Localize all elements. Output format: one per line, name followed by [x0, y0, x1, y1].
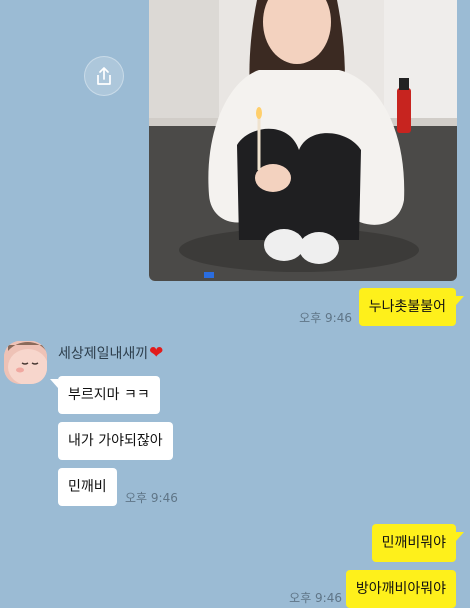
bubble-tail	[50, 379, 58, 388]
my-message-bubble[interactable]: 누나촛불불어	[358, 288, 456, 326]
message-time: 오후 9:46	[289, 591, 342, 605]
bubble-tail	[456, 296, 464, 305]
their-message-bubble[interactable]: 내가 가야되잖아	[58, 422, 173, 460]
their-message-bubble[interactable]: 민깨비	[58, 468, 117, 506]
sender-name-text: 세상제일내새끼	[58, 346, 149, 362]
my-message-bubble[interactable]: 민깨비뭐야	[371, 524, 456, 562]
share-icon	[97, 67, 111, 85]
photo-image	[149, 0, 457, 281]
share-button[interactable]	[84, 56, 124, 96]
bubble-tail	[456, 532, 464, 541]
message-time: 오후 9:46	[299, 311, 352, 325]
message-time: 오후 9:46	[125, 491, 178, 505]
avatar[interactable]	[4, 341, 47, 384]
photo-message[interactable]	[149, 0, 457, 281]
my-message-bubble[interactable]: 방아깨비아뭐야	[345, 570, 456, 608]
heart-icon: ❤	[149, 343, 164, 363]
their-message-bubble[interactable]: 부르지마 ㅋㅋ	[58, 376, 160, 414]
avatar-image	[4, 341, 47, 384]
sender-name: 세상제일내새끼❤	[58, 343, 163, 363]
